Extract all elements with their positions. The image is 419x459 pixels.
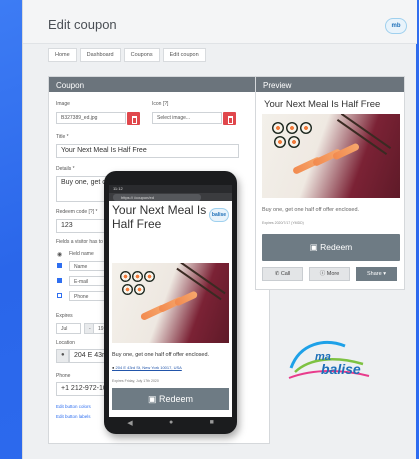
- phone-redeem-button[interactable]: ▣ Redeem: [112, 388, 229, 410]
- phone-label: Phone: [56, 373, 71, 379]
- breadcrumb: Home Dashboard Coupons Edit coupon: [48, 48, 206, 62]
- breadcrumb-dashboard[interactable]: Dashboard: [79, 48, 121, 62]
- edit-button-labels-link[interactable]: Edit button labels: [56, 414, 91, 419]
- preview-redeem-label: Redeem: [320, 242, 353, 252]
- field-phone-checkbox[interactable]: [57, 293, 62, 298]
- preview-panel-header: Preview: [256, 77, 404, 92]
- phone-sushi-image: [112, 263, 229, 343]
- gift-icon: ▣: [309, 242, 321, 252]
- phone-url-field[interactable]: https:// /coupon/ed: [113, 194, 201, 201]
- field-name-header: Field name: [69, 251, 94, 257]
- fields-label: Fields a visitor has to: [56, 239, 103, 245]
- info-icon: ⓘ: [319, 271, 327, 277]
- preview-title: Your Next Meal Is Half Free: [264, 99, 381, 110]
- status-time: 11:12: [113, 186, 123, 191]
- expires-label: Expires: [56, 313, 73, 319]
- preview-expires: Expires 2020/7/17 (YMDD): [262, 221, 304, 225]
- redeem-code-label: Redeem code [?] *: [56, 209, 98, 215]
- preview-redeem-button[interactable]: ▣ Redeem: [262, 234, 400, 261]
- visibility-eye-icon: ◉: [57, 252, 63, 258]
- phone-details: Buy one, get one half off offer enclosed…: [112, 352, 210, 358]
- preview-details: Buy one, get one half off offer enclosed…: [262, 207, 360, 213]
- edit-button-colors-link[interactable]: Edit button colors: [56, 404, 91, 409]
- breadcrumb-edit-coupon: Edit coupon: [162, 48, 206, 62]
- location-label: Location: [56, 340, 75, 346]
- caret-down-icon: ▾: [381, 271, 386, 277]
- top-bar: Edit coupon mb: [23, 0, 417, 44]
- preview-more-label: More: [326, 271, 340, 277]
- phone-mockup: 11:12 https:// /coupon/ed Your Next Meal…: [104, 171, 237, 434]
- image-field[interactable]: B327389_ed.jpg: [56, 112, 126, 124]
- phone-expires: Expires Friday, July 17th 2020: [112, 379, 159, 383]
- phone-status-bar: 11:12: [109, 185, 232, 193]
- expires-month-select[interactable]: Jul: [56, 323, 81, 334]
- phone-redeem-label: Redeem: [158, 394, 194, 404]
- back-icon[interactable]: ◀: [127, 419, 132, 427]
- home-icon[interactable]: ●: [169, 419, 173, 426]
- preview-share-label: Share: [367, 271, 382, 277]
- title-input[interactable]: Your Next Meal Is Half Free: [56, 144, 239, 158]
- phone-address-link[interactable]: ● 204 E 43rd St, New York 10017, USA: [112, 365, 182, 370]
- field-email-checkbox[interactable]: [57, 278, 62, 283]
- preview-action-buttons: ✆ Call ⓘ More Share ▾: [262, 267, 397, 281]
- brand-logo-small[interactable]: mb: [385, 18, 407, 34]
- page-title: Edit coupon: [48, 17, 117, 32]
- preview-more-button[interactable]: ⓘ More: [309, 267, 350, 281]
- phone-nav-bar: ◀ ● ■: [109, 417, 232, 428]
- preview-sushi-image: [262, 114, 400, 198]
- preview-share-button[interactable]: Share ▾: [356, 267, 397, 281]
- phone-address-text: 204 E 43rd St, New York 10017, USA: [115, 365, 182, 370]
- phone-coupon-title: Your Next Meal Is Half Free: [112, 203, 207, 231]
- preview-panel: Preview Your Next Meal Is Half Free Buy …: [255, 76, 405, 290]
- gift-icon: ▣: [147, 394, 159, 404]
- phone-screen: Your Next Meal Is Half Free balise Buy o…: [109, 201, 232, 417]
- preview-call-button[interactable]: ✆ Call: [262, 267, 303, 281]
- image-delete-button[interactable]: [127, 112, 140, 125]
- icon-label: Icon [?]: [152, 101, 169, 107]
- breadcrumb-coupons[interactable]: Coupons: [123, 48, 160, 62]
- image-label: Image: [56, 101, 70, 107]
- details-label: Details *: [56, 166, 75, 172]
- phone-brand-logo: balise: [209, 208, 229, 222]
- preview-call-label: Call: [280, 271, 291, 277]
- breadcrumb-home[interactable]: Home: [48, 48, 77, 62]
- field-name-checkbox[interactable]: [57, 263, 62, 268]
- icon-select[interactable]: Select image...: [152, 112, 222, 124]
- coupon-panel-header: Coupon: [49, 77, 269, 92]
- svg-text:balise: balise: [321, 361, 361, 377]
- title-label: Title *: [56, 134, 69, 140]
- ma-balise-logo: ma balise: [285, 338, 373, 383]
- recents-icon[interactable]: ■: [210, 419, 214, 426]
- location-pin-icon: ●: [56, 349, 69, 363]
- icon-delete-button[interactable]: [223, 112, 236, 125]
